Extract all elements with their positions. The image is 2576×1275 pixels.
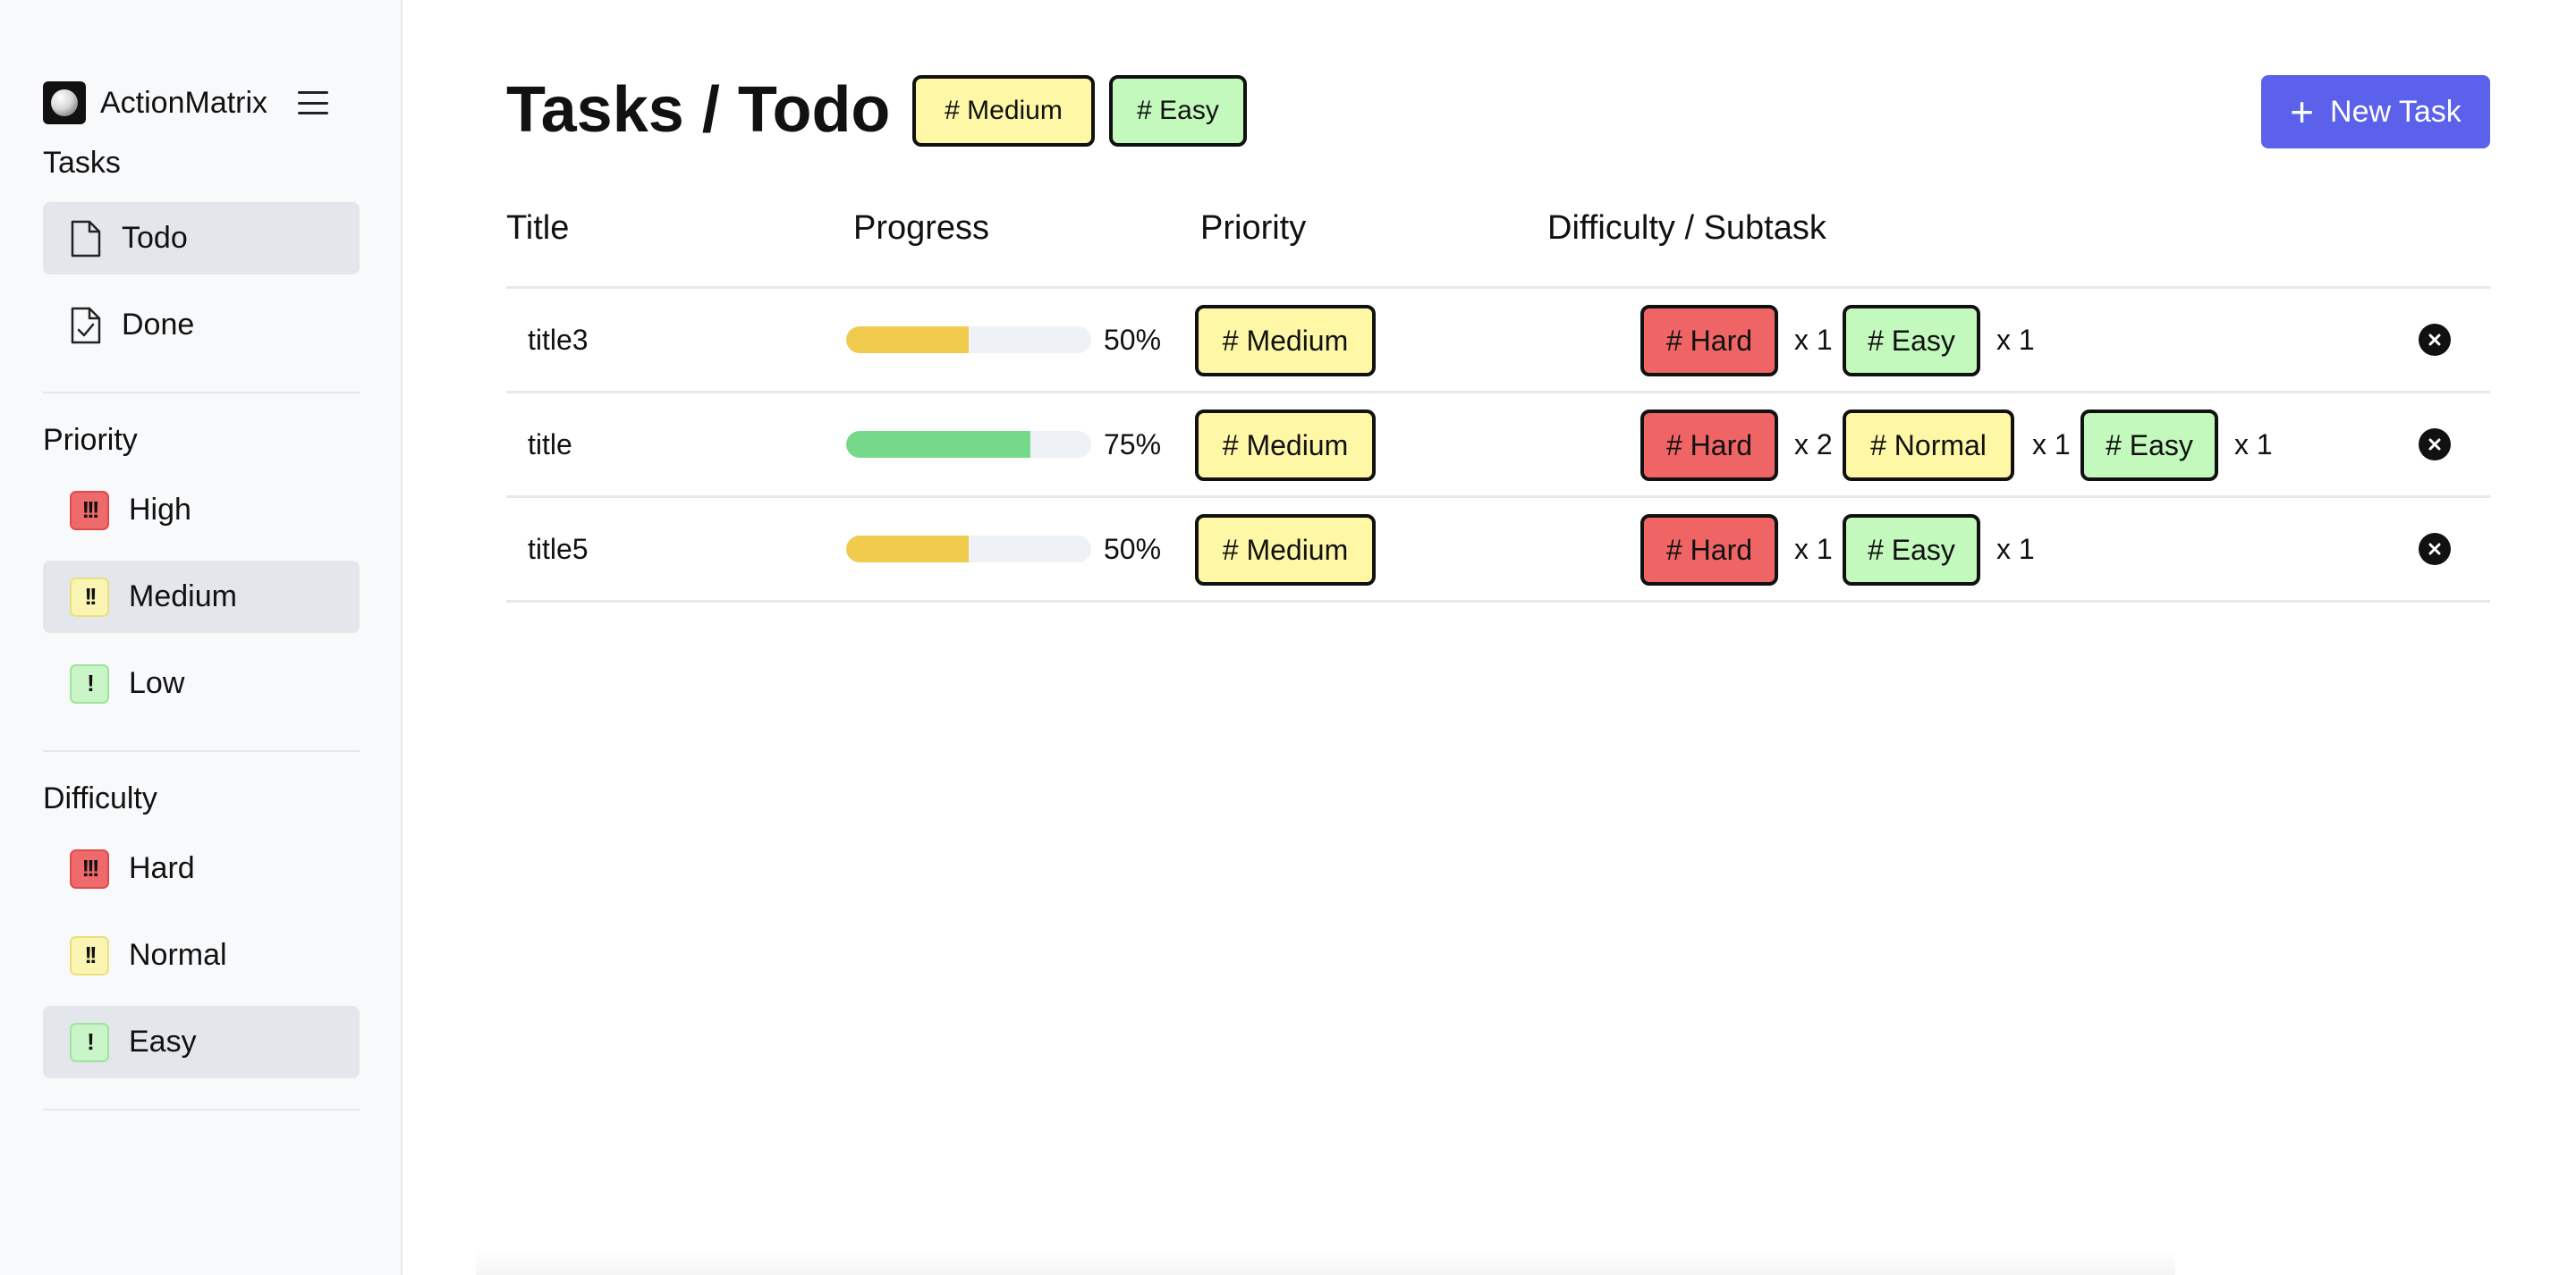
sidebar-item-label: High [129,493,191,527]
remove-task-icon[interactable] [2419,428,2451,460]
progress-percent: 50% [1104,533,1162,565]
page-title: Tasks / Todo [506,74,891,146]
sidebar-item-medium[interactable]: !! Medium [43,561,360,633]
subtask-tag-easy[interactable]: # Easy [1843,514,1980,586]
remove-task-icon[interactable] [2419,324,2451,356]
subtask-count: x 1 [1996,533,2035,565]
sidebar-divider [43,1109,360,1110]
subtask-count: x 2 [1794,428,1833,460]
priority-low-icon: ! [70,663,109,704]
priority-tag[interactable]: # Medium [1195,305,1376,376]
column-header-difficulty-subtask: Difficulty / Subtask [1547,209,1826,247]
sidebar-item-todo[interactable]: Todo [43,202,360,274]
sidebar-item-done[interactable]: Done [43,289,360,361]
subtask-count: x 1 [1794,533,1833,565]
progress-percent: 75% [1104,428,1162,460]
priority-medium-icon: !! [70,577,109,617]
priority-high-icon: !!! [70,490,109,530]
progress-bar [846,536,1091,562]
filter-tag-medium[interactable]: # Medium [912,75,1095,147]
sidebar-item-low[interactable]: ! Low [43,647,360,720]
new-task-label: New Task [2330,94,2462,129]
progress-fill [846,431,1030,458]
table-row[interactable]: title 75% # Medium # Hard x 2 # Normal x… [506,393,2490,495]
subtask-count: x 1 [2234,428,2273,460]
table-divider [506,600,2490,603]
subtask-tag-hard[interactable]: # Hard [1640,305,1778,376]
subtask-tag-easy[interactable]: # Easy [1843,305,1980,376]
table-row[interactable]: title5 50% # Medium # Hard x 1 # Easy x … [506,498,2490,600]
subtask-tag-hard[interactable]: # Hard [1640,410,1778,481]
column-header-priority: Priority [1200,209,1307,247]
section-label-difficulty: Difficulty [43,781,157,815]
subtask-count: x 1 [1794,324,1833,356]
sidebar-item-label: Medium [129,579,237,613]
bottom-shadow [476,1248,2175,1275]
remove-task-icon[interactable] [2419,533,2451,565]
column-header-progress: Progress [853,209,990,247]
column-header-title: Title [506,209,570,247]
task-title: title5 [528,533,589,565]
sidebar-item-hard[interactable]: !!! Hard [43,832,360,905]
task-title: title3 [528,324,589,356]
app-logo [43,81,86,124]
app-name: ActionMatrix [100,85,268,120]
progress-fill [846,536,969,562]
sidebar-item-high[interactable]: !!! High [43,474,360,546]
subtask-tag-hard[interactable]: # Hard [1640,514,1778,586]
sidebar-item-normal[interactable]: !! Normal [43,919,360,992]
brand: ActionMatrix [43,80,358,125]
sidebar-divider [43,392,360,393]
plus-icon: + [2290,89,2315,135]
priority-tag[interactable]: # Medium [1195,410,1376,481]
document-check-icon [71,307,101,343]
sidebar-item-label: Hard [129,851,195,885]
task-title: title [528,428,572,460]
progress-bar [846,431,1091,458]
section-label-tasks: Tasks [43,146,121,180]
difficulty-easy-icon: ! [70,1022,109,1062]
sidebar-item-label: Done [122,308,195,342]
filter-tag-easy[interactable]: # Easy [1109,75,1247,147]
sidebar-divider [43,750,360,752]
section-label-priority: Priority [43,423,138,457]
sidebar: ActionMatrix Tasks Todo Done Priority !!… [0,0,402,1275]
subtask-count: x 1 [1996,324,2035,356]
main-content: Tasks / Todo # Medium # Easy + New Task … [404,0,2576,1275]
subtask-count: x 1 [2032,428,2071,460]
sidebar-item-easy[interactable]: ! Easy [43,1006,360,1078]
subtask-tag-normal[interactable]: # Normal [1843,410,2014,481]
sidebar-item-label: Normal [129,938,227,972]
difficulty-normal-icon: !! [70,935,109,975]
menu-icon[interactable] [298,91,329,114]
sidebar-item-label: Todo [122,221,188,255]
difficulty-hard-icon: !!! [70,849,109,889]
new-task-button[interactable]: + New Task [2261,75,2490,148]
progress-bar [846,326,1091,353]
document-icon [71,220,101,257]
priority-tag[interactable]: # Medium [1195,514,1376,586]
subtask-tag-easy[interactable]: # Easy [2080,410,2218,481]
sidebar-item-label: Low [129,666,185,700]
progress-fill [846,326,969,353]
table-row[interactable]: title3 50% # Medium # Hard x 1 # Easy x … [506,289,2490,391]
progress-percent: 50% [1104,324,1162,356]
sidebar-item-label: Easy [129,1025,197,1059]
